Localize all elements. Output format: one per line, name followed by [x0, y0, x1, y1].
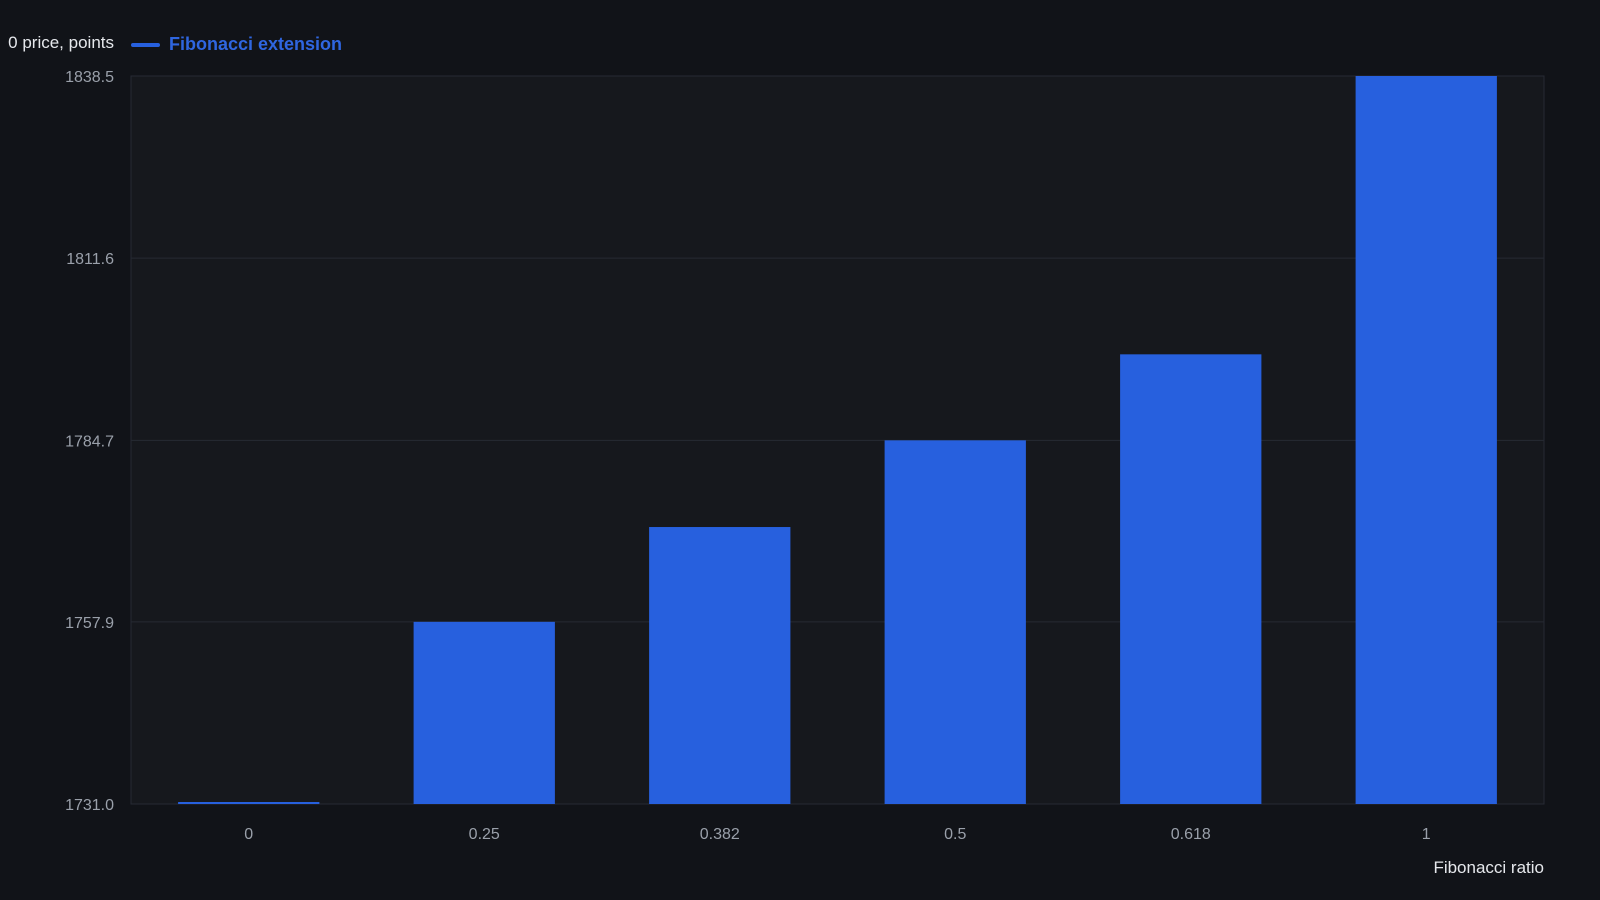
- legend[interactable]: Fibonacci extension: [131, 34, 342, 55]
- x-tick-label: 0: [244, 826, 253, 843]
- x-axis-title: Fibonacci ratio: [1433, 858, 1544, 877]
- y-tick-label: 1757.9: [65, 615, 114, 632]
- bar-0.382[interactable]: [649, 527, 791, 804]
- y-tick-label: 1811.6: [66, 251, 114, 268]
- y-tick-label: 1784.7: [65, 433, 114, 450]
- y-tick-label: 1838.5: [65, 69, 114, 86]
- x-tick-label: 0.5: [944, 826, 966, 843]
- bar-chart: 1731.0 1757.9 1784.7 1811.6 1838.5 0 0.25 0.38…: [65, 69, 1545, 877]
- legend-swatch: [131, 42, 160, 47]
- bar-0.618[interactable]: [1120, 354, 1262, 804]
- x-tick-label: 0.618: [1171, 826, 1211, 843]
- x-tick-label: 0.25: [469, 826, 500, 843]
- bar-1[interactable]: [1355, 76, 1497, 804]
- bar-0.25[interactable]: [413, 621, 555, 804]
- chart-container: 0 price, points Fibonacci extension 1731…: [0, 0, 1600, 900]
- bar-0.5[interactable]: [884, 440, 1026, 804]
- x-tick-label: 0.382: [700, 826, 740, 843]
- y-tick-label: 1731.0: [65, 797, 114, 814]
- y-axis-title: 0 price, points: [8, 33, 114, 52]
- legend-label-fibonacci-extension: Fibonacci extension: [169, 34, 343, 54]
- x-tick-label: 1: [1422, 826, 1431, 843]
- bar-0[interactable]: [178, 802, 320, 804]
